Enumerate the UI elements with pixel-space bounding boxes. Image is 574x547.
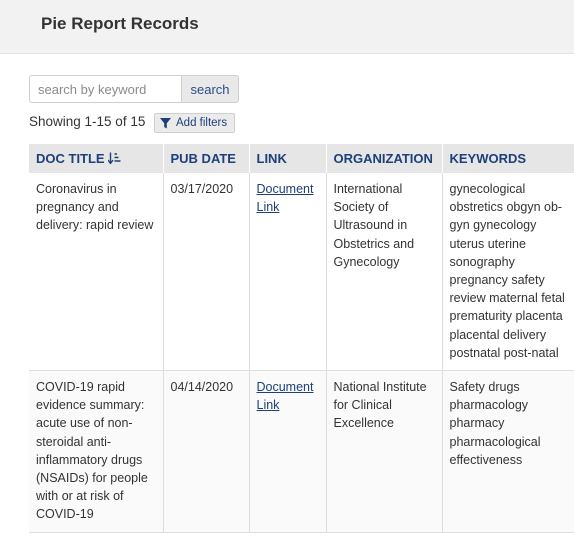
cell-organization: National Institute for Clinical Excellen… <box>326 370 443 533</box>
cell-link: Document Link <box>249 370 327 533</box>
column-header-doc-title-label: DOC TITLE <box>36 151 105 166</box>
page-title: Pie Report Records <box>41 14 199 33</box>
table-header-row: DOC TITLE PUB DATE LINK ORGANIZATION KEY… <box>29 144 574 173</box>
page-header: Pie Report Records <box>0 0 574 54</box>
document-link[interactable]: Document Link <box>257 380 314 412</box>
column-header-keywords[interactable]: KEYWORDS <box>442 144 574 173</box>
column-header-doc-title[interactable]: DOC TITLE <box>29 144 164 173</box>
table-row: COVID-19 rapid evidence summary: acute u… <box>29 370 574 533</box>
sort-ascending-icon[interactable] <box>107 152 121 164</box>
funnel-icon <box>160 117 171 128</box>
records-table: DOC TITLE PUB DATE LINK ORGANIZATION KEY… <box>29 144 574 533</box>
add-filters-label: Add filters <box>176 117 228 129</box>
table-row: Coronavirus in pregnancy and delivery: r… <box>29 173 574 372</box>
search-input[interactable] <box>29 75 181 103</box>
search-bar: search <box>29 75 239 103</box>
cell-organization: International Society of Ultrasound in O… <box>326 173 443 372</box>
records-table-container: DOC TITLE PUB DATE LINK ORGANIZATION KEY… <box>29 144 574 533</box>
results-count: Showing 1-15 of 15 <box>29 114 146 129</box>
cell-keywords: Safety drugs pharmacology pharmacy pharm… <box>442 370 574 533</box>
add-filters-button[interactable]: Add filters <box>154 113 236 133</box>
column-header-organization[interactable]: ORGANIZATION <box>326 144 443 173</box>
cell-doc-title: Coronavirus in pregnancy and delivery: r… <box>29 173 164 372</box>
document-link[interactable]: Document Link <box>257 182 314 214</box>
cell-keywords: gynecological obstretics obgyn ob-gyn gy… <box>442 173 574 372</box>
cell-pub-date: 03/17/2020 <box>163 173 250 372</box>
cell-link: Document Link <box>249 173 327 372</box>
column-header-link[interactable]: LINK <box>249 144 327 173</box>
cell-doc-title: COVID-19 rapid evidence summary: acute u… <box>29 370 164 533</box>
cell-pub-date: 04/14/2020 <box>163 370 250 533</box>
column-header-pub-date[interactable]: PUB DATE <box>163 144 250 173</box>
search-button[interactable]: search <box>181 75 239 103</box>
